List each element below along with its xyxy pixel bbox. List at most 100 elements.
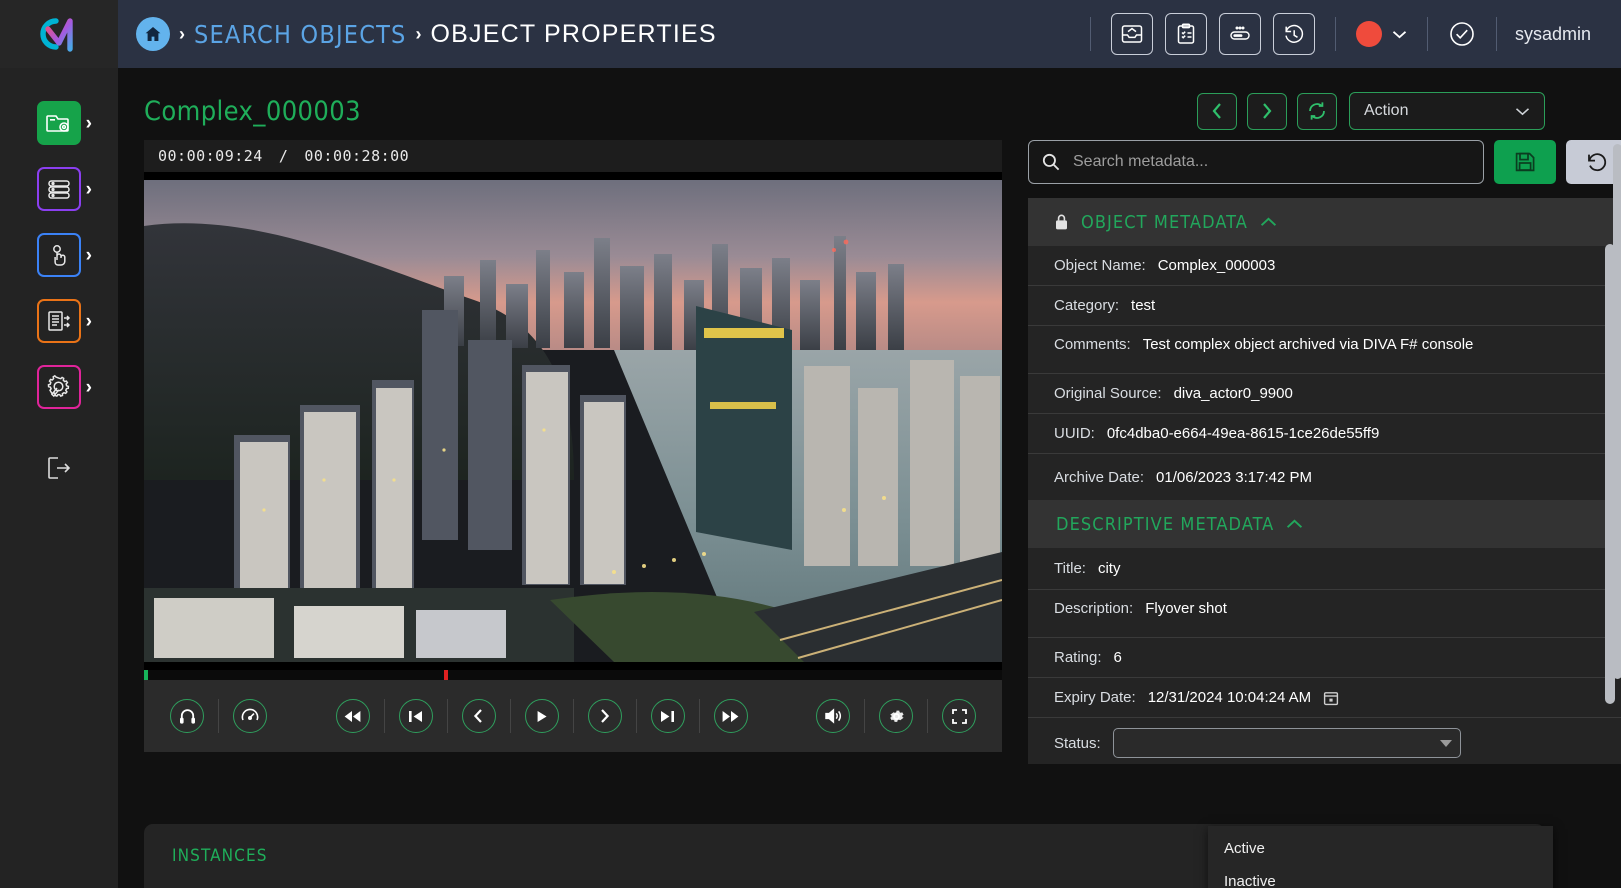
- timecode-separator: /: [263, 147, 305, 165]
- video-frame-container[interactable]: [144, 172, 1002, 670]
- search-metadata-box[interactable]: [1028, 140, 1484, 184]
- chevron-down-icon: [1392, 30, 1407, 39]
- metadata-row-archive-date[interactable]: Archive Date: 01/06/2023 3:17:42 PM: [1028, 454, 1621, 500]
- main-column: › SEARCH OBJECTS › OBJECT PROPERTIES: [118, 0, 1621, 888]
- chevron-down-icon: [1515, 107, 1530, 116]
- divider: [1427, 17, 1428, 51]
- step-back-button[interactable]: [462, 699, 496, 733]
- metadata-row-description[interactable]: Description: Flyover shot ◢: [1028, 590, 1621, 638]
- breadcrumb-home-button[interactable]: [136, 17, 170, 51]
- row-value: city: [1098, 560, 1121, 577]
- status-option-active[interactable]: Active: [1208, 832, 1553, 865]
- top-bar: › SEARCH OBJECTS › OBJECT PROPERTIES: [118, 0, 1621, 68]
- row-value: Test complex object archived via DIVA F#…: [1143, 336, 1474, 353]
- divider: [218, 699, 219, 733]
- sidebar-item-transfers[interactable]: ›: [0, 288, 118, 354]
- player-controls: [144, 680, 1002, 752]
- metadata-row-expiry-date[interactable]: Expiry Date: 12/31/2024 10:04:24 AM: [1028, 678, 1621, 718]
- metadata-row-rating[interactable]: Rating: 6: [1028, 638, 1621, 678]
- section-body-descriptive-metadata: Title: city Description: Flyover shot ◢ …: [1028, 548, 1621, 764]
- chevron-right-icon: ›: [86, 180, 92, 199]
- metadata-row-original-source[interactable]: Original Source: diva_actor0_9900: [1028, 374, 1621, 414]
- archive-inbox-button[interactable]: [1111, 13, 1153, 55]
- divider: [510, 699, 511, 733]
- panes: 00:00:09:24 / 00:00:28:00: [118, 140, 1621, 800]
- divider: [864, 699, 865, 733]
- fullscreen-icon: [951, 708, 968, 725]
- step-forward-button[interactable]: [588, 699, 622, 733]
- status-select[interactable]: [1113, 728, 1461, 758]
- clipboard-tasks-button[interactable]: [1165, 13, 1207, 55]
- playback-speed-button[interactable]: [233, 699, 267, 733]
- sidebar-item-settings[interactable]: ›: [0, 354, 118, 420]
- timecode-bar: 00:00:09:24 / 00:00:28:00: [144, 140, 1002, 172]
- chevron-right-icon: ›: [86, 114, 92, 133]
- check-status-button[interactable]: [1442, 19, 1482, 49]
- rewind-button[interactable]: [336, 699, 370, 733]
- content-area: Complex_000003 Action: [118, 68, 1621, 888]
- fullscreen-button[interactable]: [942, 699, 976, 733]
- calendar-icon: [1323, 690, 1339, 706]
- player-settings-button[interactable]: [879, 699, 913, 733]
- status-option-inactive[interactable]: Inactive: [1208, 865, 1553, 888]
- metadata-row-comments[interactable]: Comments: Test complex object archived v…: [1028, 326, 1621, 374]
- page-scrollbar[interactable]: [1605, 244, 1615, 704]
- search-input[interactable]: [1073, 153, 1471, 171]
- fast-forward-button[interactable]: [714, 699, 748, 733]
- user-name[interactable]: sysadmin: [1511, 24, 1605, 45]
- step-back-icon: [472, 708, 485, 724]
- save-metadata-button[interactable]: [1494, 140, 1556, 184]
- metadata-scroll-area[interactable]: OBJECT METADATA Object Name: Complex_000…: [1028, 198, 1621, 764]
- progress-bar-button[interactable]: [1219, 13, 1261, 55]
- row-label: Title:: [1054, 560, 1086, 577]
- clipboard-tasks-icon: [1175, 23, 1197, 45]
- record-status-menu[interactable]: [1350, 21, 1413, 47]
- sidebar-item-objects[interactable]: ›: [0, 90, 118, 156]
- row-value: 6: [1114, 649, 1122, 666]
- server-stack-icon: [37, 167, 81, 211]
- metadata-row-uuid[interactable]: UUID: 0fc4dba0-e664-49ea-8615-1ce26de55f…: [1028, 414, 1621, 454]
- section-header-descriptive-metadata[interactable]: DESCRIPTIVE METADATA: [1028, 500, 1621, 548]
- skip-start-icon: [407, 709, 424, 724]
- audio-monitor-button[interactable]: [170, 699, 204, 733]
- row-label: Description:: [1054, 600, 1133, 617]
- go-to-end-button[interactable]: [651, 699, 685, 733]
- sidebar-item-storage[interactable]: ›: [0, 156, 118, 222]
- chevron-up-icon: [1286, 519, 1303, 529]
- metadata-row-title[interactable]: Title: city: [1028, 548, 1621, 590]
- history-clock-button[interactable]: [1273, 13, 1315, 55]
- sidebar-items: › › ›: [0, 68, 118, 496]
- history-clock-icon: [1283, 23, 1305, 45]
- play-button[interactable]: [525, 699, 559, 733]
- row-value: Flyover shot: [1145, 600, 1227, 617]
- metadata-row-object-name[interactable]: Object Name: Complex_000003: [1028, 246, 1621, 286]
- undo-revert-icon: [1585, 150, 1609, 174]
- next-object-button[interactable]: [1247, 93, 1287, 130]
- go-to-start-button[interactable]: [399, 699, 433, 733]
- folder-gear-icon: [37, 101, 81, 145]
- status-dropdown-options[interactable]: Active Inactive: [1208, 826, 1553, 888]
- prev-object-button[interactable]: [1197, 93, 1237, 130]
- logout-button[interactable]: [0, 440, 118, 496]
- row-value: Complex_000003: [1158, 257, 1276, 274]
- action-dropdown[interactable]: Action: [1349, 92, 1545, 130]
- metadata-row-category[interactable]: Category: test: [1028, 286, 1621, 326]
- video-timeline[interactable]: [144, 670, 1002, 680]
- metadata-panel: OBJECT METADATA Object Name: Complex_000…: [1028, 140, 1621, 800]
- breadcrumb-parent-link[interactable]: SEARCH OBJECTS: [194, 20, 407, 49]
- refresh-button[interactable]: [1297, 93, 1337, 130]
- volume-icon: [823, 707, 843, 725]
- sidebar-item-actions[interactable]: ›: [0, 222, 118, 288]
- video-frame[interactable]: [144, 180, 1002, 662]
- metadata-row-status[interactable]: Status:: [1028, 718, 1621, 764]
- divider: [927, 699, 928, 733]
- volume-button[interactable]: [816, 699, 850, 733]
- app-logo[interactable]: [0, 0, 118, 68]
- section-title: OBJECT METADATA: [1081, 212, 1248, 233]
- section-header-object-metadata[interactable]: OBJECT METADATA: [1028, 198, 1621, 246]
- breadcrumb-current: OBJECT PROPERTIES: [431, 20, 717, 49]
- timeline-playhead[interactable]: [444, 670, 448, 680]
- timeline-start-marker[interactable]: [144, 670, 148, 680]
- chevron-right-icon: [1260, 102, 1274, 120]
- video-player-panel: 00:00:09:24 / 00:00:28:00: [144, 140, 1002, 800]
